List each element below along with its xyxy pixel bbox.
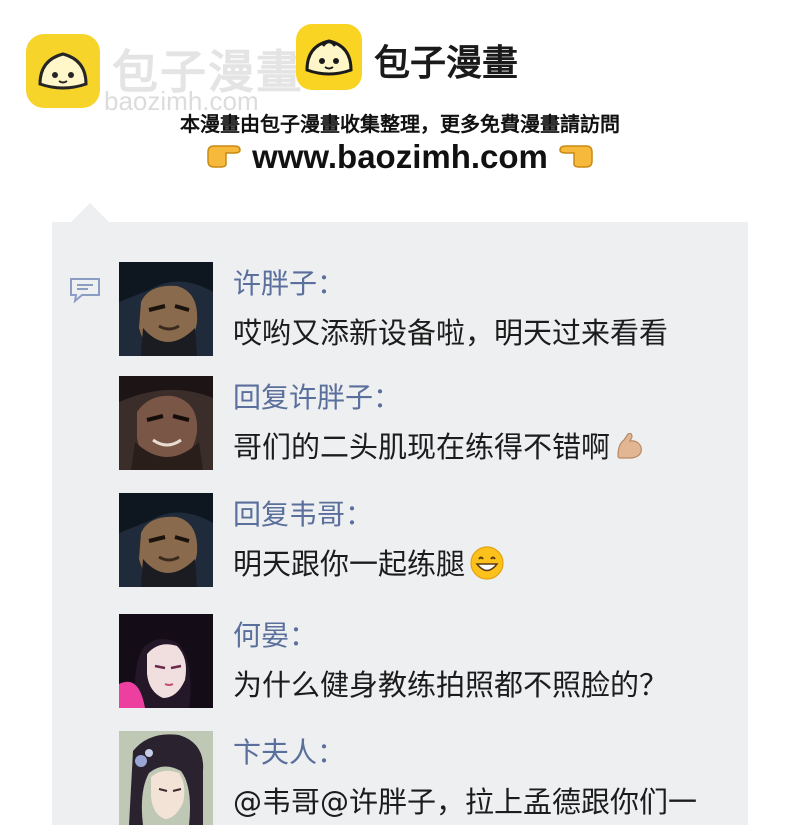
comment-text: @韦哥@许胖子，拉上孟德跟你们一: [233, 785, 698, 819]
watermark-logo: [26, 34, 100, 108]
pointing-left-hand-icon: [556, 140, 596, 178]
avatar[interactable]: [119, 731, 213, 825]
comment-text: 为什么健身教练拍照都不照脸的？: [233, 668, 669, 702]
avatar[interactable]: [119, 376, 213, 470]
commenter-name[interactable]: 回复许胖子：: [233, 376, 401, 416]
avatar[interactable]: [119, 614, 213, 708]
commenter-name[interactable]: 回复韦哥：: [233, 493, 373, 533]
comment-text: 明天跟你一起练腿: [233, 541, 505, 588]
brand-title: 包子漫畫: [374, 43, 519, 84]
avatar[interactable]: [119, 493, 213, 587]
panel-pointer: [70, 203, 110, 223]
flexed-biceps-icon: [614, 430, 646, 469]
grinning-face-icon: [469, 545, 505, 588]
comment-text-content: 哥们的二头肌现在练得不错啊: [233, 430, 611, 464]
site-url-line: www.baozimh.com: [0, 138, 800, 178]
comment-text-content: 明天跟你一起练腿: [233, 547, 466, 581]
bun-logo-icon: [296, 24, 362, 90]
commenter-name[interactable]: 卞夫人：: [233, 731, 345, 771]
notice-text: 本漫畫由包子漫畫收集整理，更多免費漫畫請訪問: [180, 112, 620, 136]
commenter-name[interactable]: 许胖子：: [233, 262, 345, 302]
commenter-name[interactable]: 何晏：: [233, 614, 317, 654]
site-url[interactable]: www.baozimh.com: [252, 138, 548, 175]
comic-page: 包子漫畫 baozimh.com 包子漫畫 本漫畫由包子漫畫收集整理，更多免費漫…: [0, 0, 800, 825]
comment-text: 哎哟又添新设备啦，明天过来看看: [233, 316, 669, 350]
comment-bubble-icon: [68, 276, 102, 308]
pointing-right-hand-icon: [204, 140, 244, 178]
avatar[interactable]: [119, 262, 213, 356]
comment-text: 哥们的二头肌现在练得不错啊: [233, 424, 646, 469]
